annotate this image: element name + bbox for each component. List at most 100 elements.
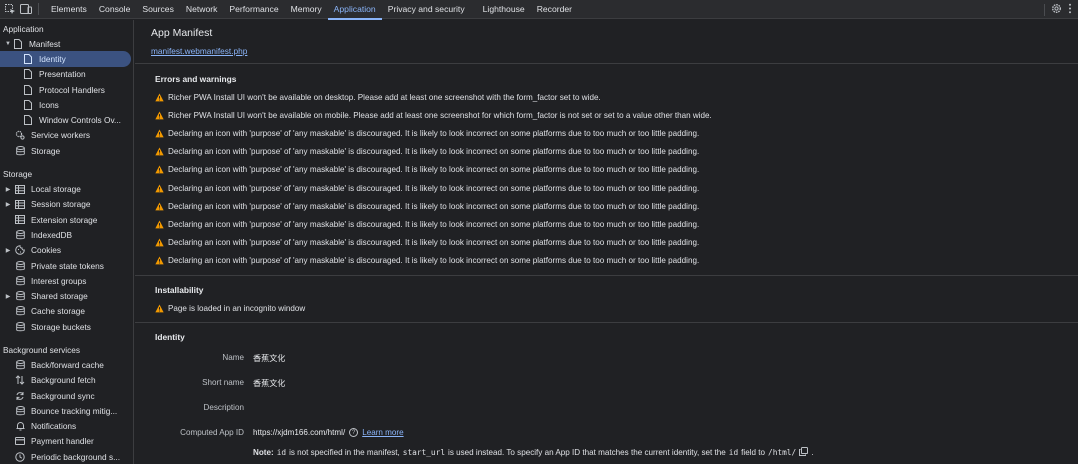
document-icon xyxy=(22,84,34,95)
note-text: is used instead. To specify an App ID th… xyxy=(448,448,726,457)
document-icon xyxy=(12,38,24,49)
tab-performance[interactable]: Performance xyxy=(223,0,284,19)
warning-icon xyxy=(155,220,164,229)
document-icon xyxy=(22,53,34,64)
name-label: Name xyxy=(222,353,244,362)
sidebar-item-label: Cache storage xyxy=(31,306,85,317)
sidebar-item-label: Background fetch xyxy=(31,375,96,386)
sidebar-item-presentation[interactable]: Presentation xyxy=(0,67,133,82)
database-icon xyxy=(14,229,26,240)
note-text: is not specified in the manifest, xyxy=(289,448,400,457)
help-circle-icon[interactable]: ? xyxy=(349,428,359,437)
tab-lighthouse[interactable]: Lighthouse xyxy=(477,0,531,19)
tab-elements[interactable]: Elements xyxy=(45,0,93,19)
sidebar-item-storage-buckets[interactable]: Storage buckets xyxy=(0,319,133,334)
database-icon xyxy=(14,291,26,302)
collapsed-arrow-icon[interactable]: ▶ xyxy=(4,201,12,208)
sidebar-item-back-forward-cache[interactable]: Back/forward cache xyxy=(0,357,133,372)
sidebar-item-protocol-handlers[interactable]: Protocol Handlers xyxy=(0,82,133,97)
sidebar-item-indexeddb[interactable]: IndexedDB xyxy=(0,227,133,242)
sidebar-item-label: Extension storage xyxy=(31,214,98,225)
sidebar-item-background-fetch[interactable]: Background fetch xyxy=(0,373,133,388)
sidebar-item-extension-storage[interactable]: Extension storage xyxy=(0,212,133,227)
warning-row: Declaring an icon with 'purpose' of 'any… xyxy=(155,237,699,249)
clock-icon xyxy=(14,451,26,462)
sidebar-item-payment-handler[interactable]: Payment handler xyxy=(0,434,133,449)
sidebar-item-periodic-background-sync[interactable]: Periodic background s... xyxy=(0,449,133,464)
warning-row: Richer PWA Install UI won't be available… xyxy=(155,109,712,121)
sidebar-item-bounce-tracking-mitigations[interactable]: Bounce tracking mitig... xyxy=(0,403,133,418)
settings-gear-icon[interactable] xyxy=(1051,3,1062,17)
warning-icon xyxy=(155,92,164,101)
warning-icon xyxy=(155,147,164,156)
manifest-file-link[interactable]: manifest.webmanifest.php xyxy=(151,46,247,56)
collapsed-arrow-icon[interactable]: ▶ xyxy=(4,247,12,254)
sidebar-item-interest-groups[interactable]: Interest groups xyxy=(0,273,133,288)
sidebar-item-label: IndexedDB xyxy=(31,229,73,240)
tab-console[interactable]: Console xyxy=(93,0,137,19)
learn-more-link[interactable]: Learn more xyxy=(362,428,403,437)
toolbar-right-actions xyxy=(1044,0,1072,19)
sidebar-item-label: Private state tokens xyxy=(31,260,104,271)
name-value: 香蕉文化 xyxy=(253,354,286,363)
table-icon xyxy=(14,184,26,195)
fetch-arrows-icon xyxy=(14,375,26,386)
tab-recorder[interactable]: Recorder xyxy=(531,0,578,19)
sidebar-section-storage: Storage xyxy=(3,168,33,179)
sidebar-item-label: Cookies xyxy=(31,245,61,256)
sidebar-item-session-storage[interactable]: ▶ Session storage xyxy=(0,197,133,212)
table-icon xyxy=(14,199,26,210)
installability-item: Page is loaded in an incognito window xyxy=(155,302,305,314)
bell-icon xyxy=(14,421,26,432)
sidebar-item-identity[interactable]: Identity xyxy=(0,51,131,67)
inspect-element-icon[interactable] xyxy=(2,0,18,19)
tab-memory[interactable]: Memory xyxy=(285,0,328,19)
warning-message: Declaring an icon with 'purpose' of 'any… xyxy=(168,256,700,266)
sidebar-item-label: Manifest xyxy=(29,38,61,49)
note-code-id: id xyxy=(728,448,739,457)
sidebar-item-label: Identity xyxy=(39,53,66,64)
identity-heading: Identity xyxy=(155,332,185,342)
sidebar-item-label: Session storage xyxy=(31,199,91,210)
toolbar-divider xyxy=(38,3,39,15)
sidebar-item-storage[interactable]: Storage xyxy=(0,143,133,158)
sidebar-item-label: Service workers xyxy=(31,130,91,141)
sidebar-item-label: Storage buckets xyxy=(31,321,91,332)
sidebar-item-manifest[interactable]: ▼ Manifest xyxy=(0,36,133,51)
expanded-arrow-icon[interactable]: ▼ xyxy=(4,41,12,47)
warning-message: Declaring an icon with 'purpose' of 'any… xyxy=(168,165,700,175)
device-toolbar-icon[interactable] xyxy=(18,0,34,19)
database-icon xyxy=(14,321,26,332)
warning-icon xyxy=(155,165,164,174)
table-icon xyxy=(14,214,26,225)
document-icon xyxy=(22,69,34,80)
tab-application[interactable]: Application xyxy=(327,0,382,20)
sidebar-item-local-storage[interactable]: ▶ Local storage xyxy=(0,181,133,196)
sidebar-item-shared-storage[interactable]: ▶ Shared storage xyxy=(0,288,133,303)
copy-icon[interactable] xyxy=(799,447,809,458)
collapsed-arrow-icon[interactable]: ▶ xyxy=(4,293,12,300)
computed-app-id-label: Computed App ID xyxy=(180,428,244,437)
tab-sources[interactable]: Sources xyxy=(136,0,180,19)
tab-network[interactable]: Network xyxy=(180,0,224,19)
sidebar-item-cache-storage[interactable]: Cache storage xyxy=(0,304,133,319)
sidebar-item-background-sync[interactable]: Background sync xyxy=(0,388,133,403)
sidebar-item-icons[interactable]: Icons xyxy=(0,97,133,112)
sidebar-item-window-controls-overlay[interactable]: Window Controls Ov... xyxy=(0,112,133,127)
sidebar-item-cookies[interactable]: ▶ Cookies xyxy=(0,243,133,258)
sidebar-item-private-state-tokens[interactable]: Private state tokens xyxy=(0,258,133,273)
tab-privacy-and-security[interactable]: Privacy and security xyxy=(382,0,471,19)
collapsed-arrow-icon[interactable]: ▶ xyxy=(4,186,12,193)
sidebar-item-service-workers[interactable]: Service workers xyxy=(0,128,133,143)
warning-message: Declaring an icon with 'purpose' of 'any… xyxy=(168,238,700,248)
warning-icon xyxy=(155,111,164,120)
sidebar-item-label: Protocol Handlers xyxy=(39,84,105,95)
sidebar-item-notifications[interactable]: Notifications xyxy=(0,419,133,434)
warning-row: Declaring an icon with 'purpose' of 'any… xyxy=(155,255,699,267)
installability-heading: Installability xyxy=(155,285,204,295)
note-code-start-url: start_url xyxy=(402,448,446,457)
more-options-icon[interactable] xyxy=(1068,3,1072,17)
document-icon xyxy=(22,115,34,126)
sidebar-item-label: Back/forward cache xyxy=(31,359,104,370)
sidebar-item-label: Icons xyxy=(39,99,59,110)
